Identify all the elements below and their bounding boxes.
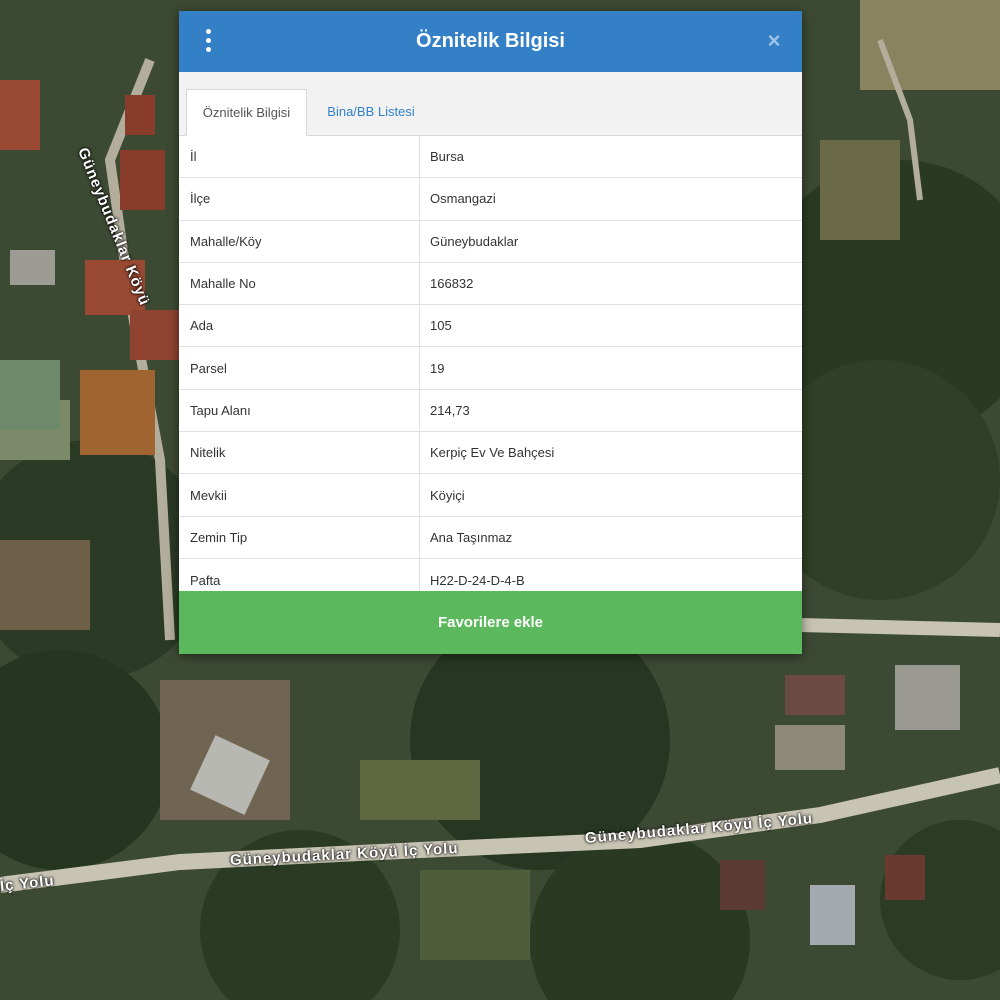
row-key: Mahalle/Köy xyxy=(179,220,420,262)
row-key: İlçe xyxy=(179,178,420,220)
row-value: 105 xyxy=(430,318,452,334)
row-value: Bursa xyxy=(430,149,464,165)
table-row: Zemin Tip Ana Taşınmaz xyxy=(179,516,802,559)
table-row: İl Bursa xyxy=(179,136,802,179)
row-key: Parsel xyxy=(179,347,420,389)
row-value: 166832 xyxy=(430,276,474,292)
tab-building-list[interactable]: Bina/BB Listesi xyxy=(309,89,433,136)
table-row: Tapu Alanı 214,73 xyxy=(179,389,802,433)
close-icon[interactable]: × xyxy=(762,29,786,53)
table-row: Mahalle No 166832 xyxy=(179,262,802,306)
row-key: Mevkii xyxy=(179,474,420,516)
table-row: İlçe Osmangazi xyxy=(179,178,802,221)
row-value: Ana Taşınmaz xyxy=(430,529,513,545)
dialog-title: Öznitelik Bilgisi xyxy=(416,30,565,52)
tab-attribute-info[interactable]: Öznitelik Bilgisi xyxy=(186,89,307,136)
row-value: Osmangazi xyxy=(430,191,496,207)
attribute-info-dialog: Öznitelik Bilgisi × Öznitelik Bilgisi Bi… xyxy=(179,11,802,654)
table-row: Nitelik Kerpiç Ev Ve Bahçesi xyxy=(179,432,802,475)
row-key: Nitelik xyxy=(179,432,420,474)
row-value: 19 xyxy=(430,360,445,376)
table-row: Ada 105 xyxy=(179,305,802,348)
row-key: Ada xyxy=(179,305,420,347)
attribute-table: İl Bursa İlçe Osmangazi Mahalle/Köy Güne… xyxy=(179,136,802,602)
row-key: Tapu Alanı xyxy=(179,389,420,432)
row-key: Zemin Tip xyxy=(179,516,420,558)
row-value: Güneybudaklar xyxy=(430,233,519,249)
row-key: Mahalle No xyxy=(179,262,420,305)
add-to-favorites-button[interactable]: Favorilere ekle xyxy=(179,591,802,654)
row-value: Kerpiç Ev Ve Bahçesi xyxy=(430,445,555,461)
table-row: Parsel 19 xyxy=(179,347,802,390)
row-value: 214,73 xyxy=(430,402,470,418)
row-value: Köyiçi xyxy=(430,487,465,503)
table-row: Mahalle/Köy Güneybudaklar xyxy=(179,220,802,263)
tab-bar: Öznitelik Bilgisi Bina/BB Listesi xyxy=(179,72,802,136)
row-key: İl xyxy=(179,136,420,178)
table-row: Mevkii Köyiçi xyxy=(179,474,802,517)
dialog-header: Öznitelik Bilgisi × xyxy=(179,11,802,72)
